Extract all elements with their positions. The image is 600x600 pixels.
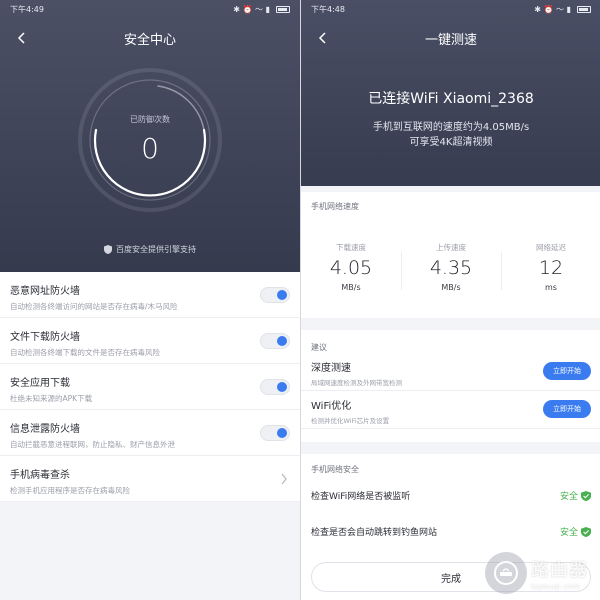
watermark-cn: 路由器 xyxy=(531,559,588,581)
item-desc: 自动检测各终端访问的网站是否存在病毒/木马风险 xyxy=(10,302,178,311)
status-icons: ✱ ⏰ 〜 ▮ xyxy=(233,4,290,15)
shield-icon xyxy=(104,245,112,254)
item-title: 恶意网址防火墙 xyxy=(10,286,80,297)
file-download-toggle[interactable] xyxy=(260,333,290,349)
item-desc: 自动检测各终端下载的文件是否存在病毒风险 xyxy=(10,348,160,357)
chevron-left-icon xyxy=(17,32,25,44)
toggle-knob xyxy=(277,428,287,438)
item-desc: 检测手机应用程序是否存在病毒风险 xyxy=(10,486,130,495)
shield-check-icon xyxy=(581,490,591,501)
back-button[interactable] xyxy=(10,26,34,50)
metric-unit: MB/s xyxy=(441,283,461,292)
metric-value: 12 xyxy=(538,257,564,279)
back-button[interactable] xyxy=(311,26,335,50)
metric-label: 下载速度 xyxy=(336,243,366,252)
chevron-right-icon xyxy=(281,473,287,485)
security-header: 下午4:49 ✱ ⏰ 〜 ▮ 安全中心 已防御次数 0 百度安全提供引擎支持 xyxy=(0,0,300,272)
virus-scan-row[interactable]: 手机病毒查杀 检测手机应用程序是否存在病毒风险 xyxy=(0,456,300,502)
status-time: 下午4:48 xyxy=(311,4,345,14)
item-title: 安全应用下载 xyxy=(10,378,70,389)
status-time: 下午4:49 xyxy=(10,4,44,14)
list-item: 检查是否会自动跳转到钓鱼网站 安全 xyxy=(301,511,600,547)
suggestion-card: 建议 深度测速 局域网速度检测及外网带宽检测 立即开始 WiFi优化 检测并优化… xyxy=(301,330,600,442)
powered-by-text: 百度安全提供引擎支持 xyxy=(116,245,196,254)
toggle-knob xyxy=(277,290,287,300)
check-label: 检查WiFi网络是否被监听 xyxy=(311,492,411,502)
security-center-screen: 下午4:49 ✱ ⏰ 〜 ▮ 安全中心 已防御次数 0 百度安全提供引擎支持 恶… xyxy=(0,0,300,600)
quality-summary: 可享受4K超清视频 xyxy=(409,137,493,148)
status-icon-glyphs: ✱ ⏰ 〜 ▮ xyxy=(233,4,270,14)
safe-app-download-toggle[interactable] xyxy=(260,379,290,395)
firewall-list: 恶意网址防火墙 自动检测各终端访问的网站是否存在病毒/木马风险 文件下载防火墙 … xyxy=(0,272,300,502)
status-icon-glyphs: ✱ ⏰ 〜 ▮ xyxy=(534,4,571,14)
speed-header: 下午4:48 ✱ ⏰ 〜 ▮ 一键测速 已连接WiFi Xiaomi_2368 … xyxy=(301,0,600,186)
list-item: 检查WiFi网络是否被监听 安全 xyxy=(301,475,600,511)
nav-bar: 一键测速 xyxy=(301,18,600,58)
metric-value: 4.35 xyxy=(429,257,473,279)
check-label: 检查是否会自动跳转到钓鱼网站 xyxy=(311,528,438,538)
wifi-optimize-start-button[interactable]: 立即开始 xyxy=(543,400,591,418)
status-badge: 安全 xyxy=(560,525,591,538)
metric-label: 网络延迟 xyxy=(536,243,566,252)
status-text: 安全 xyxy=(559,528,578,538)
download-speed: 下载速度 4.05 MB/s xyxy=(301,242,401,292)
list-item: WiFi优化 检测并优化WiFi芯片及设置 立即开始 xyxy=(301,391,600,429)
metric-unit: MB/s xyxy=(341,283,361,292)
list-item: 信息泄露防火墙 自动拦截恶意进程联网，防止隐私、财产信息外泄 xyxy=(0,410,300,456)
metric-value: 4.05 xyxy=(329,257,373,279)
status-icons: ✱ ⏰ 〜 ▮ xyxy=(534,4,591,15)
speed-summary: 手机到互联网的速度约为4.05MB/s xyxy=(372,122,530,133)
status-bar: 下午4:49 ✱ ⏰ 〜 ▮ xyxy=(0,0,300,18)
toggle-knob xyxy=(277,336,287,346)
router-logo-icon xyxy=(485,552,527,594)
info-leak-toggle[interactable] xyxy=(260,425,290,441)
status-bar: 下午4:48 ✱ ⏰ 〜 ▮ xyxy=(301,0,600,18)
defense-ring: 已防御次数 0 xyxy=(78,68,222,212)
chevron-left-icon xyxy=(318,32,326,44)
battery-icon xyxy=(577,5,591,13)
item-title: 手机病毒查杀 xyxy=(10,470,70,481)
metric-unit: ms xyxy=(545,283,557,292)
item-title: 文件下载防火墙 xyxy=(10,332,80,343)
list-item: 深度测速 局域网速度检测及外网带宽检测 立即开始 xyxy=(301,353,600,391)
page-title: 安全中心 xyxy=(123,32,176,48)
speed-card: 手机网络速度 下载速度 4.05 MB/s 上传速度 4.35 MB/s 网络延… xyxy=(301,192,600,318)
malicious-url-toggle[interactable] xyxy=(260,287,290,303)
list-item: 安全应用下载 杜绝未知来源的APK下载 xyxy=(0,364,300,410)
defense-count: 0 xyxy=(141,132,159,165)
upload-speed: 上传速度 4.35 MB/s xyxy=(401,242,501,292)
list-item: 文件下载防火墙 自动检测各终端下载的文件是否存在病毒风险 xyxy=(0,318,300,364)
latency: 网络延迟 12 ms xyxy=(501,242,600,292)
watermark-en: luyouqi.com xyxy=(531,581,580,591)
page-title: 一键测速 xyxy=(424,32,477,48)
metric-label: 上传速度 xyxy=(436,243,466,252)
nav-bar: 安全中心 xyxy=(0,18,300,58)
site-watermark: 路由器 luyouqi.com xyxy=(485,552,588,594)
item-title: 信息泄露防火墙 xyxy=(10,424,80,435)
battery-icon xyxy=(276,5,290,13)
ring-label: 已防御次数 xyxy=(130,115,170,124)
connection-status: 已连接WiFi Xiaomi_2368 xyxy=(368,91,534,107)
status-text: 安全 xyxy=(559,492,578,502)
item-desc: 杜绝未知来源的APK下载 xyxy=(10,394,93,403)
section-label: 手机网络速度 xyxy=(311,202,359,211)
status-badge: 安全 xyxy=(560,489,591,502)
section-label: 手机网络安全 xyxy=(311,465,359,474)
deep-test-start-button[interactable]: 立即开始 xyxy=(543,362,591,380)
shield-check-icon xyxy=(581,526,591,537)
powered-by: 百度安全提供引擎支持 xyxy=(0,244,300,255)
speed-test-screen: 下午4:48 ✱ ⏰ 〜 ▮ 一键测速 已连接WiFi Xiaomi_2368 … xyxy=(300,0,600,600)
item-desc: 自动拦截恶意进程联网，防止隐私、财产信息外泄 xyxy=(10,440,175,449)
section-label: 建议 xyxy=(311,343,327,352)
list-item: 恶意网址防火墙 自动检测各终端访问的网站是否存在病毒/木马风险 xyxy=(0,272,300,318)
toggle-knob xyxy=(277,382,287,392)
speed-metrics: 下载速度 4.05 MB/s 上传速度 4.35 MB/s 网络延迟 12 ms xyxy=(301,242,600,292)
